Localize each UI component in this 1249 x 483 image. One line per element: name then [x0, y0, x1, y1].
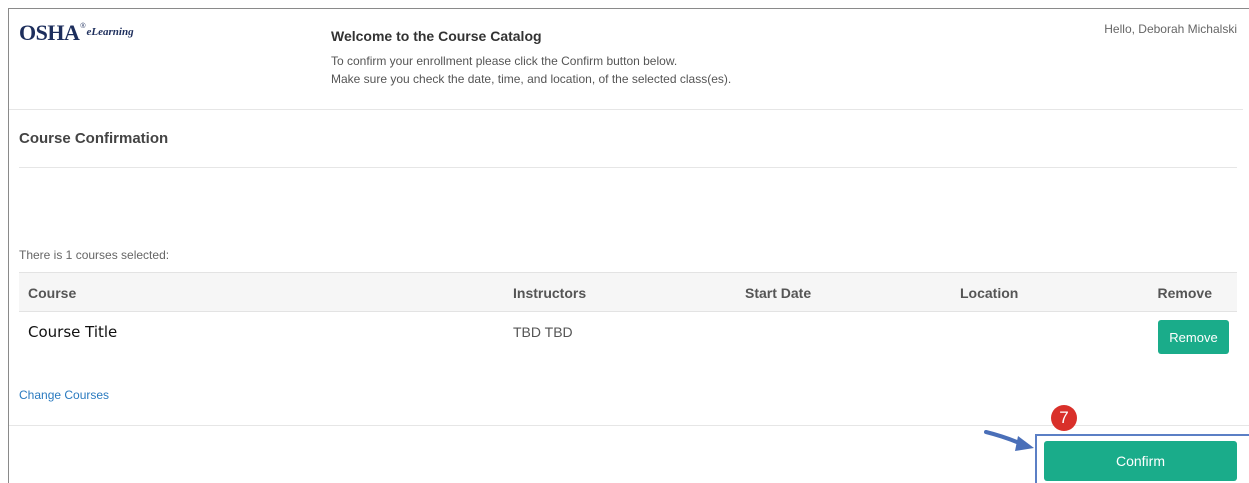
- user-greeting: Hello, Deborah Michalski: [1104, 22, 1237, 36]
- column-header-remove: Remove: [1157, 285, 1212, 301]
- instruction-line-1: To confirm your enrollment please click …: [331, 54, 678, 68]
- column-header-instructors: Instructors: [513, 285, 587, 301]
- logo-osha-text: OSHA: [19, 20, 80, 45]
- logo-registered-mark: ®: [80, 23, 86, 30]
- section-title: Course Confirmation: [19, 130, 169, 147]
- column-header-location: Location: [960, 285, 1019, 301]
- column-header-start-date: Start Date: [745, 285, 812, 301]
- selected-courses-table: Course Instructors Start Date Location R…: [19, 272, 1237, 368]
- table-row: Course Title TBD TBD Remove: [19, 312, 1237, 368]
- remove-course-button[interactable]: Remove: [1158, 320, 1229, 354]
- page-title: Welcome to the Course Catalog: [331, 28, 542, 44]
- section-divider: [19, 167, 1237, 168]
- pointer-arrow-icon: [984, 430, 1034, 451]
- confirm-button[interactable]: Confirm: [1044, 441, 1237, 481]
- logo-elearning-text: eLearning: [86, 26, 134, 38]
- column-header-course: Course: [28, 285, 77, 301]
- step-number-badge: 7: [1051, 405, 1077, 431]
- osha-logo: OSHA ® eLearning: [19, 22, 134, 44]
- header-divider: [9, 109, 1243, 110]
- courses-selected-count: There is 1 courses selected:: [19, 248, 170, 262]
- change-courses-link[interactable]: Change Courses: [19, 388, 109, 402]
- course-title-cell: Course Title: [28, 323, 118, 341]
- instruction-line-2: Make sure you check the date, time, and …: [331, 72, 732, 86]
- table-header: Course Instructors Start Date Location R…: [19, 272, 1237, 312]
- instructors-cell: TBD TBD: [513, 324, 573, 340]
